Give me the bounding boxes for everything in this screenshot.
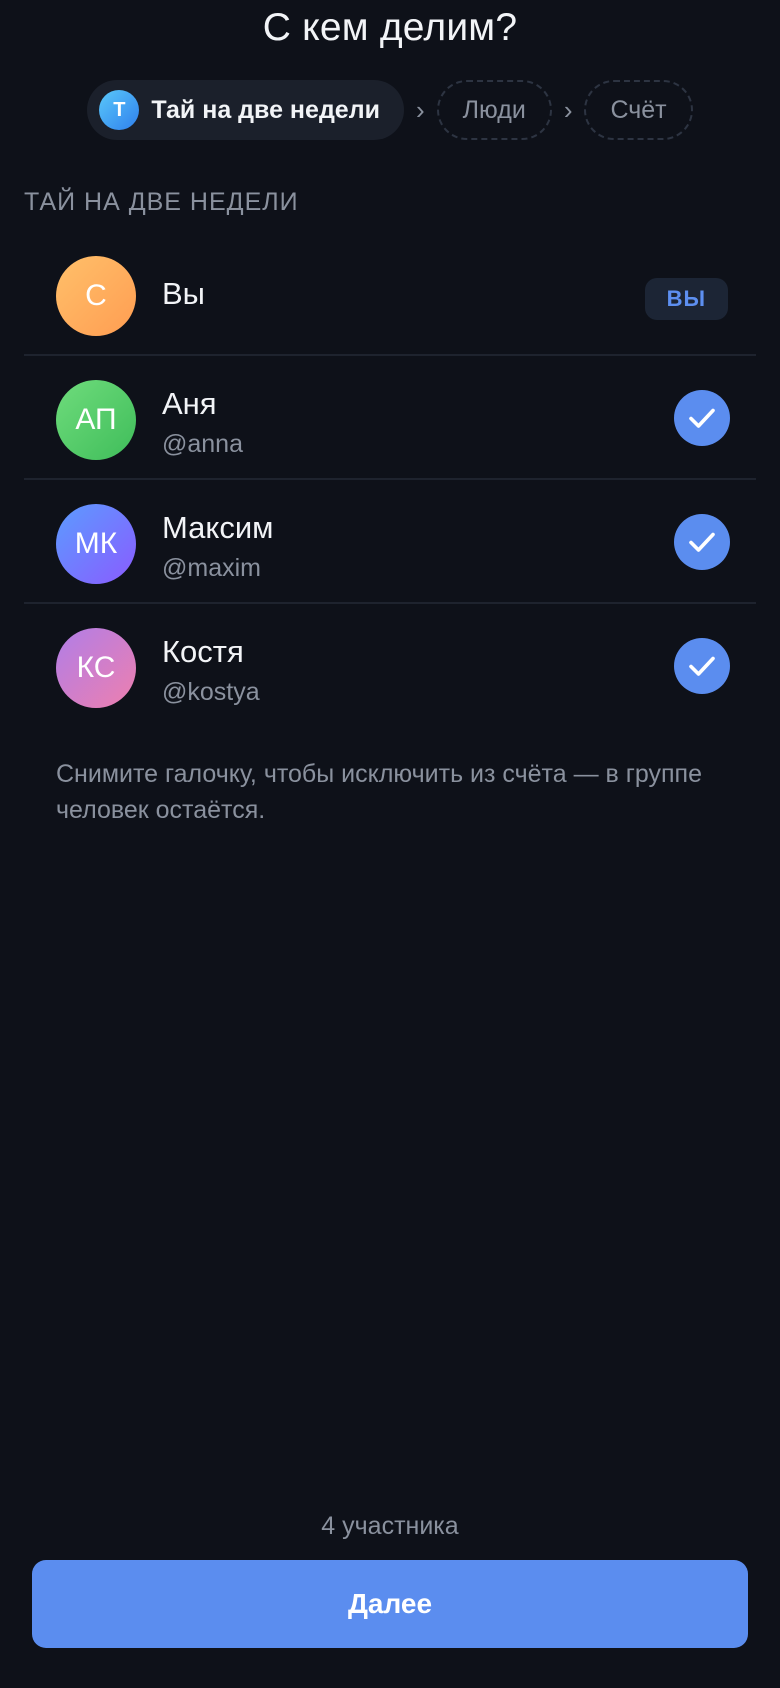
section-label: ТАЙ НА ДВЕ НЕДЕЛИ — [24, 188, 299, 216]
share-with-screen: С кем делим? Т Тай на две недели › Люди … — [0, 0, 780, 1688]
avatar: С — [56, 256, 136, 336]
you-badge: ВЫ — [644, 278, 728, 320]
chevron-right-icon: › — [415, 95, 425, 125]
member-row-kostya[interactable]: КС Костя @kostya — [24, 604, 756, 728]
check-icon — [689, 656, 715, 676]
avatar: АП — [56, 380, 136, 460]
member-checkbox[interactable] — [674, 390, 730, 446]
participants-count: 4 участника — [321, 1512, 459, 1540]
stepper: Т Тай на две недели › Люди › Счёт — [0, 80, 780, 140]
member-name: Максим — [162, 510, 274, 545]
member-name: Аня — [162, 386, 217, 421]
check-icon — [689, 408, 715, 428]
step-people[interactable]: Люди — [436, 80, 552, 140]
member-name: Вы — [162, 276, 205, 311]
avatar: МК — [56, 504, 136, 584]
trip-avatar: Т — [99, 90, 140, 130]
page-title: С кем делим? — [262, 6, 518, 49]
member-row-you: С Вы ВЫ — [24, 232, 756, 356]
member-name: Костя — [162, 634, 244, 669]
check-icon — [689, 532, 715, 552]
member-handle: @anna — [162, 430, 243, 458]
hint-text: Снимите галочку, чтобы исключить из счёт… — [56, 760, 702, 824]
member-handle: @maxim — [162, 554, 261, 582]
member-checkbox[interactable] — [674, 638, 730, 694]
member-row-maxim[interactable]: МК Максим @maxim — [24, 480, 756, 604]
member-row-anna[interactable]: АП Аня @anna — [24, 356, 756, 480]
members-list: С Вы ВЫ АП Аня @anna МК Максим @maxim КС… — [24, 232, 756, 728]
member-checkbox[interactable] — [674, 514, 730, 570]
chevron-right-icon: › — [563, 95, 573, 125]
avatar: КС — [56, 628, 136, 708]
next-button[interactable]: Далее — [32, 1560, 748, 1648]
step-bill[interactable]: Счёт — [584, 80, 693, 140]
step-trip-label: Тай на две недели — [151, 95, 380, 124]
step-trip[interactable]: Т Тай на две недели — [87, 80, 404, 140]
member-handle: @kostya — [162, 678, 260, 706]
